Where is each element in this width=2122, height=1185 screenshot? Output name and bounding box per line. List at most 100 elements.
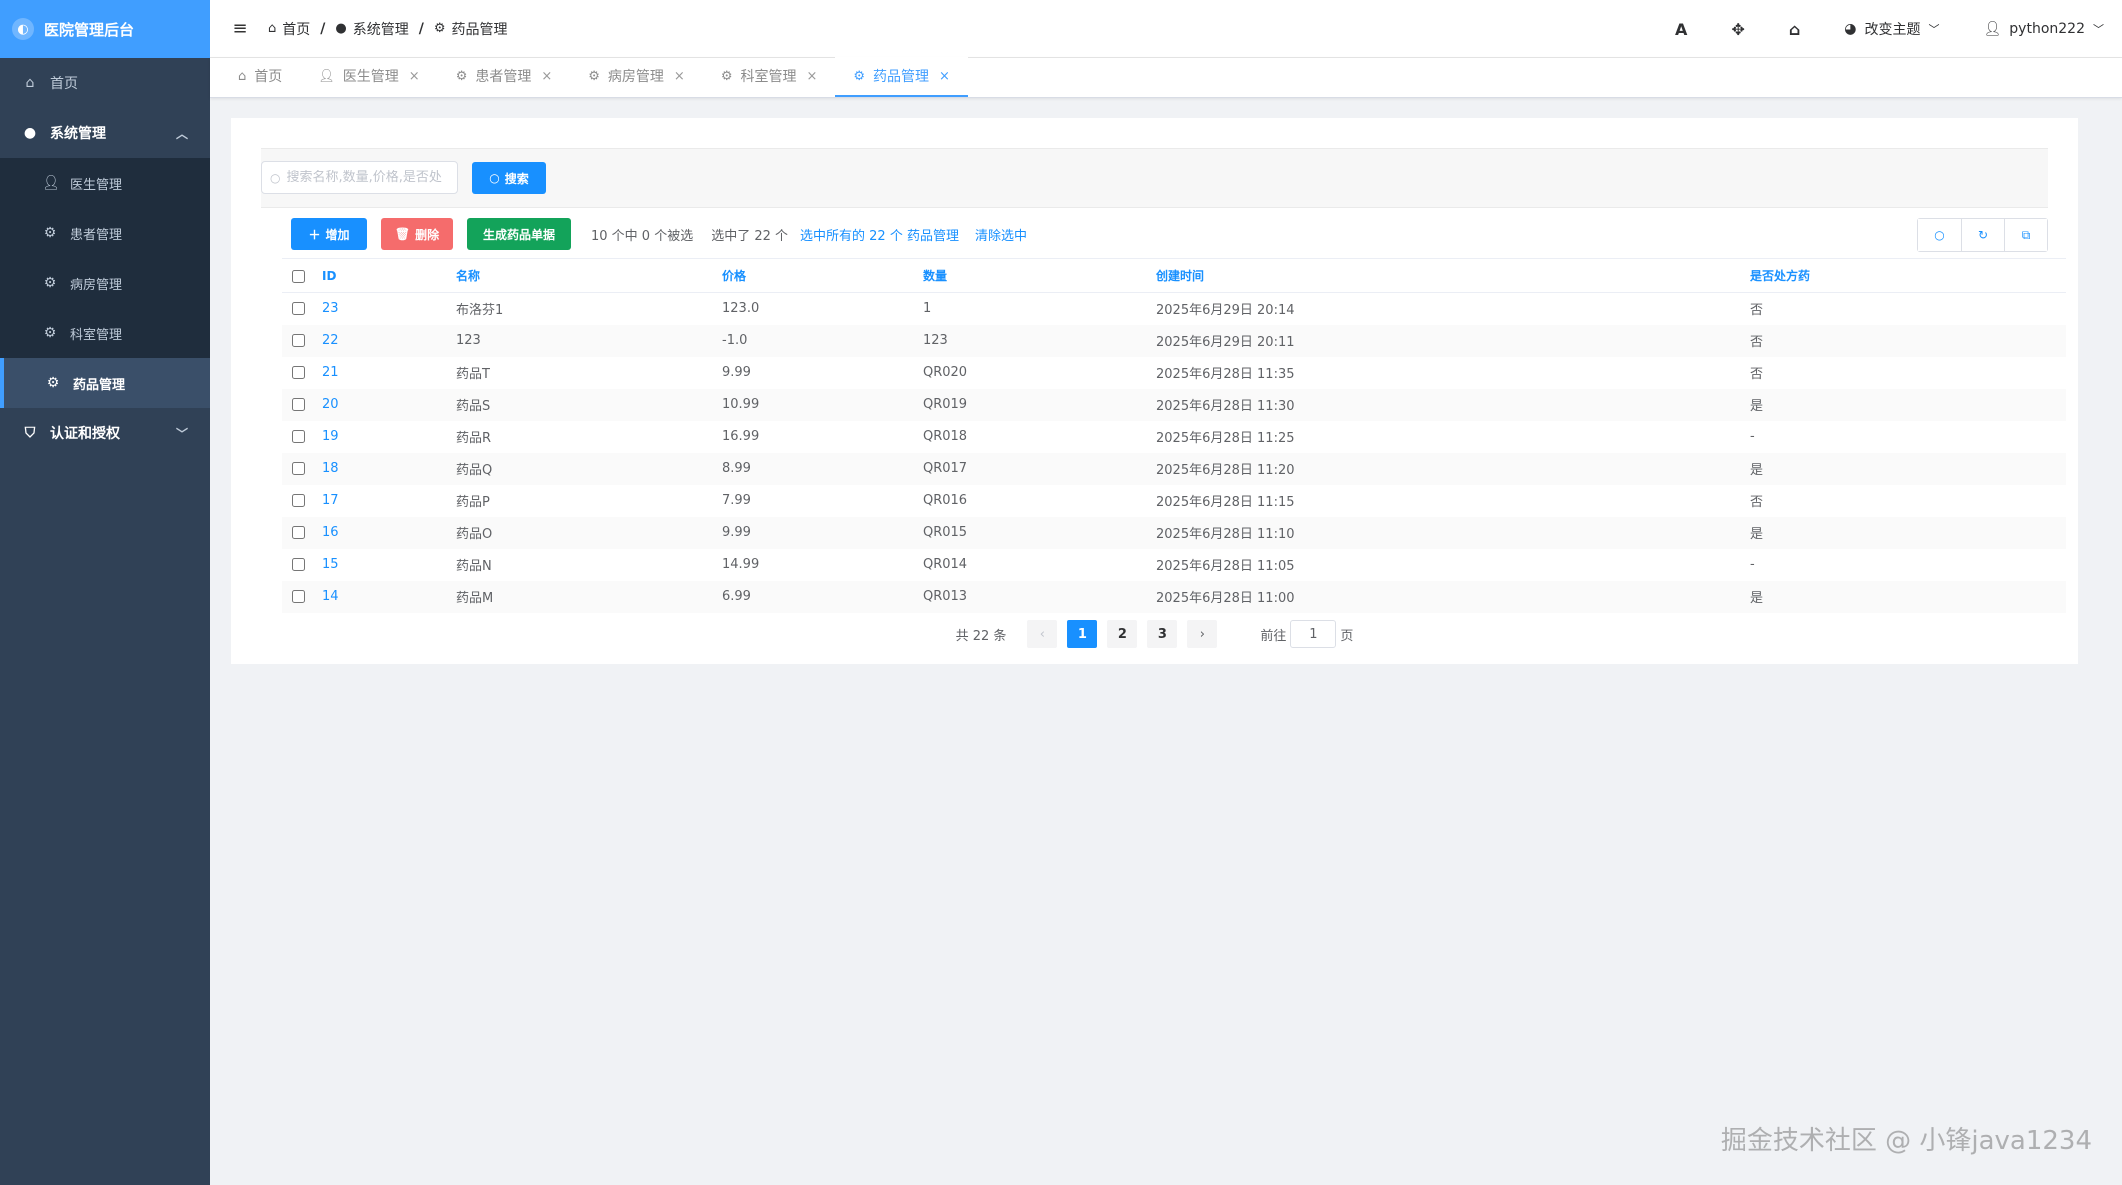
hamburger-icon[interactable]: ≡	[230, 18, 250, 39]
close-icon[interactable]: ×	[541, 69, 552, 84]
user-menu[interactable]: 👤︎ python222 ﹀	[1984, 21, 2104, 37]
row-checkbox[interactable]	[292, 494, 305, 507]
row-checkbox[interactable]	[292, 334, 305, 347]
cell-price: 9.99	[722, 365, 751, 380]
sidebar-item-patients[interactable]: ⚙ 患者管理	[0, 208, 210, 258]
sidebar-item-wards[interactable]: ⚙ 病房管理	[0, 258, 210, 308]
close-icon[interactable]: ×	[409, 69, 420, 84]
sidebar-item-home[interactable]: ⌂ 首页	[0, 58, 210, 108]
theme-label: 改变主题	[1864, 22, 1921, 38]
close-icon[interactable]: ×	[806, 69, 817, 84]
page-button-2[interactable]: 2	[1107, 620, 1138, 648]
row-checkbox[interactable]	[292, 366, 305, 379]
table-row[interactable]: 21 药品T 9.99 QR020 2025年6月28日 11:35 否	[282, 357, 2066, 389]
cell-id[interactable]: 20	[322, 389, 456, 421]
table-row[interactable]: 22 123 -1.0 123 2025年6月29日 20:11 否	[282, 324, 2066, 357]
cell-id[interactable]: 17	[322, 485, 456, 517]
cell-name: 药品P	[456, 495, 490, 510]
tab-label: 医生管理	[342, 69, 399, 85]
cell-id[interactable]: 15	[322, 549, 456, 581]
home-icon[interactable]: ⌂	[1789, 20, 1800, 39]
refresh-icon[interactable]: ↻	[1961, 219, 2004, 251]
row-checkbox[interactable]	[292, 590, 305, 603]
next-page-button[interactable]: ›	[1187, 620, 1218, 648]
cell-created: 2025年6月28日 11:20	[1156, 463, 1295, 478]
theme-switcher[interactable]: ◕ 改变主题 ﹀	[1844, 19, 1939, 39]
goto-page-input[interactable]	[1290, 620, 1337, 648]
clear-selection-link[interactable]: 清除选中	[975, 225, 1027, 244]
sidebar-item-departments[interactable]: ⚙ 科室管理	[0, 308, 210, 358]
select-all-link[interactable]: 选中所有的 22 个 药品管理	[800, 225, 959, 244]
cell-prescription: 是	[1750, 399, 1764, 414]
cell-id[interactable]: 19	[322, 421, 456, 453]
column-header-prescription[interactable]: 是否处方药	[1750, 259, 2066, 293]
app-logo[interactable]: ◐ 医院管理后台	[0, 0, 210, 58]
chevron-down-icon: ﹀	[1928, 23, 1940, 36]
search-input[interactable]	[286, 170, 452, 185]
user-icon: 👤︎	[42, 175, 60, 191]
row-checkbox[interactable]	[292, 526, 305, 539]
row-checkbox-cell	[282, 517, 322, 549]
page-button-1[interactable]: 1	[1067, 620, 1098, 648]
font-size-icon[interactable]: A	[1675, 20, 1687, 39]
tab-departments[interactable]: ⚙ 科室管理 ×	[703, 57, 836, 97]
column-header-price[interactable]: 价格	[722, 259, 923, 293]
search-toggle-icon[interactable]: ○	[1918, 219, 1961, 251]
generate-invoice-button[interactable]: 生成药品单据	[467, 218, 571, 250]
cell-id[interactable]: 16	[322, 517, 456, 549]
cell-quantity: QR015	[923, 525, 968, 540]
sidebar-group-system[interactable]: ● 系统管理 ︿	[0, 108, 210, 158]
export-icon[interactable]: ⧉	[2004, 219, 2047, 251]
table-row[interactable]: 20 药品S 10.99 QR019 2025年6月28日 11:30 是	[282, 388, 2066, 421]
cell-id[interactable]: 14	[322, 581, 456, 613]
row-checkbox[interactable]	[292, 558, 305, 571]
row-checkbox[interactable]	[292, 398, 305, 411]
cell-id[interactable]: 21	[322, 357, 456, 389]
breadcrumb-item-home[interactable]: 首页	[282, 19, 310, 39]
column-header-id[interactable]: ID	[322, 259, 456, 293]
table-row[interactable]: 16 药品O 9.99 QR015 2025年6月28日 11:10 是	[282, 516, 2066, 549]
select-all-checkbox[interactable]	[292, 269, 305, 283]
column-header-created[interactable]: 创建时间	[1156, 259, 1750, 293]
close-icon[interactable]: ×	[674, 69, 685, 84]
sidebar-group-label: 认证和授权	[50, 426, 120, 442]
page-button-3[interactable]: 3	[1147, 620, 1178, 648]
add-button[interactable]: ＋ 增加	[291, 218, 367, 250]
table-row[interactable]: 14 药品M 6.99 QR013 2025年6月28日 11:00 是	[282, 580, 2066, 613]
header-actions: A ✥ ⌂ ◕ 改变主题 ﹀ 👤︎ python222 ﹀	[1675, 0, 2104, 58]
tab-label: 科室管理	[740, 69, 797, 85]
table-row[interactable]: 19 药品R 16.99 QR018 2025年6月28日 11:25 -	[282, 421, 2066, 453]
cell-name: 药品T	[456, 367, 490, 382]
cell-id[interactable]: 18	[322, 453, 456, 485]
close-icon[interactable]: ×	[939, 69, 950, 84]
row-checkbox[interactable]	[292, 302, 305, 316]
prev-page-button[interactable]: ‹	[1027, 620, 1058, 648]
tab-label: 患者管理	[475, 69, 532, 85]
sidebar-group-auth[interactable]: ⛉ 认证和授权 ﹀	[0, 408, 210, 458]
sidebar-item-doctors[interactable]: 👤︎ 医生管理	[0, 158, 210, 208]
cell-created: 2025年6月29日 20:11	[1156, 335, 1295, 350]
delete-button[interactable]: 🗑︎ 删除	[381, 218, 453, 250]
table-row[interactable]: 18 药品Q 8.99 QR017 2025年6月28日 11:20 是	[282, 452, 2066, 485]
row-checkbox[interactable]	[292, 462, 305, 475]
column-header-name[interactable]: 名称	[456, 259, 722, 293]
cell-id[interactable]: 23	[322, 293, 456, 325]
tab-home[interactable]: ⌂ 首页	[220, 57, 300, 97]
table-row[interactable]: 17 药品P 7.99 QR016 2025年6月28日 11:15 否	[282, 485, 2066, 517]
search-button[interactable]: ○ 搜索	[472, 162, 546, 194]
table-row[interactable]: 23 布洛芬1 123.0 1 2025年6月29日 20:14 否	[282, 293, 2066, 325]
row-checkbox[interactable]	[292, 430, 305, 443]
username: python222	[2009, 21, 2085, 37]
user-icon: 👤︎	[318, 68, 335, 84]
fullscreen-icon[interactable]: ✥	[1731, 20, 1744, 39]
cell-id[interactable]: 22	[322, 325, 456, 357]
table-row[interactable]: 15 药品N 14.99 QR014 2025年6月28日 11:05 -	[282, 549, 2066, 581]
tab-wards[interactable]: ⚙ 病房管理 ×	[570, 57, 703, 97]
tab-doctors[interactable]: 👤︎ 医生管理 ×	[300, 57, 437, 97]
column-header-quantity[interactable]: 数量	[923, 259, 1156, 293]
breadcrumb-item-system[interactable]: 系统管理	[353, 19, 409, 39]
search-icon: ○	[270, 170, 281, 185]
tab-patients[interactable]: ⚙ 患者管理 ×	[438, 57, 571, 97]
sidebar-item-medicines[interactable]: ⚙ 药品管理	[0, 358, 210, 408]
tab-medicines[interactable]: ⚙ 药品管理 ×	[835, 57, 968, 97]
